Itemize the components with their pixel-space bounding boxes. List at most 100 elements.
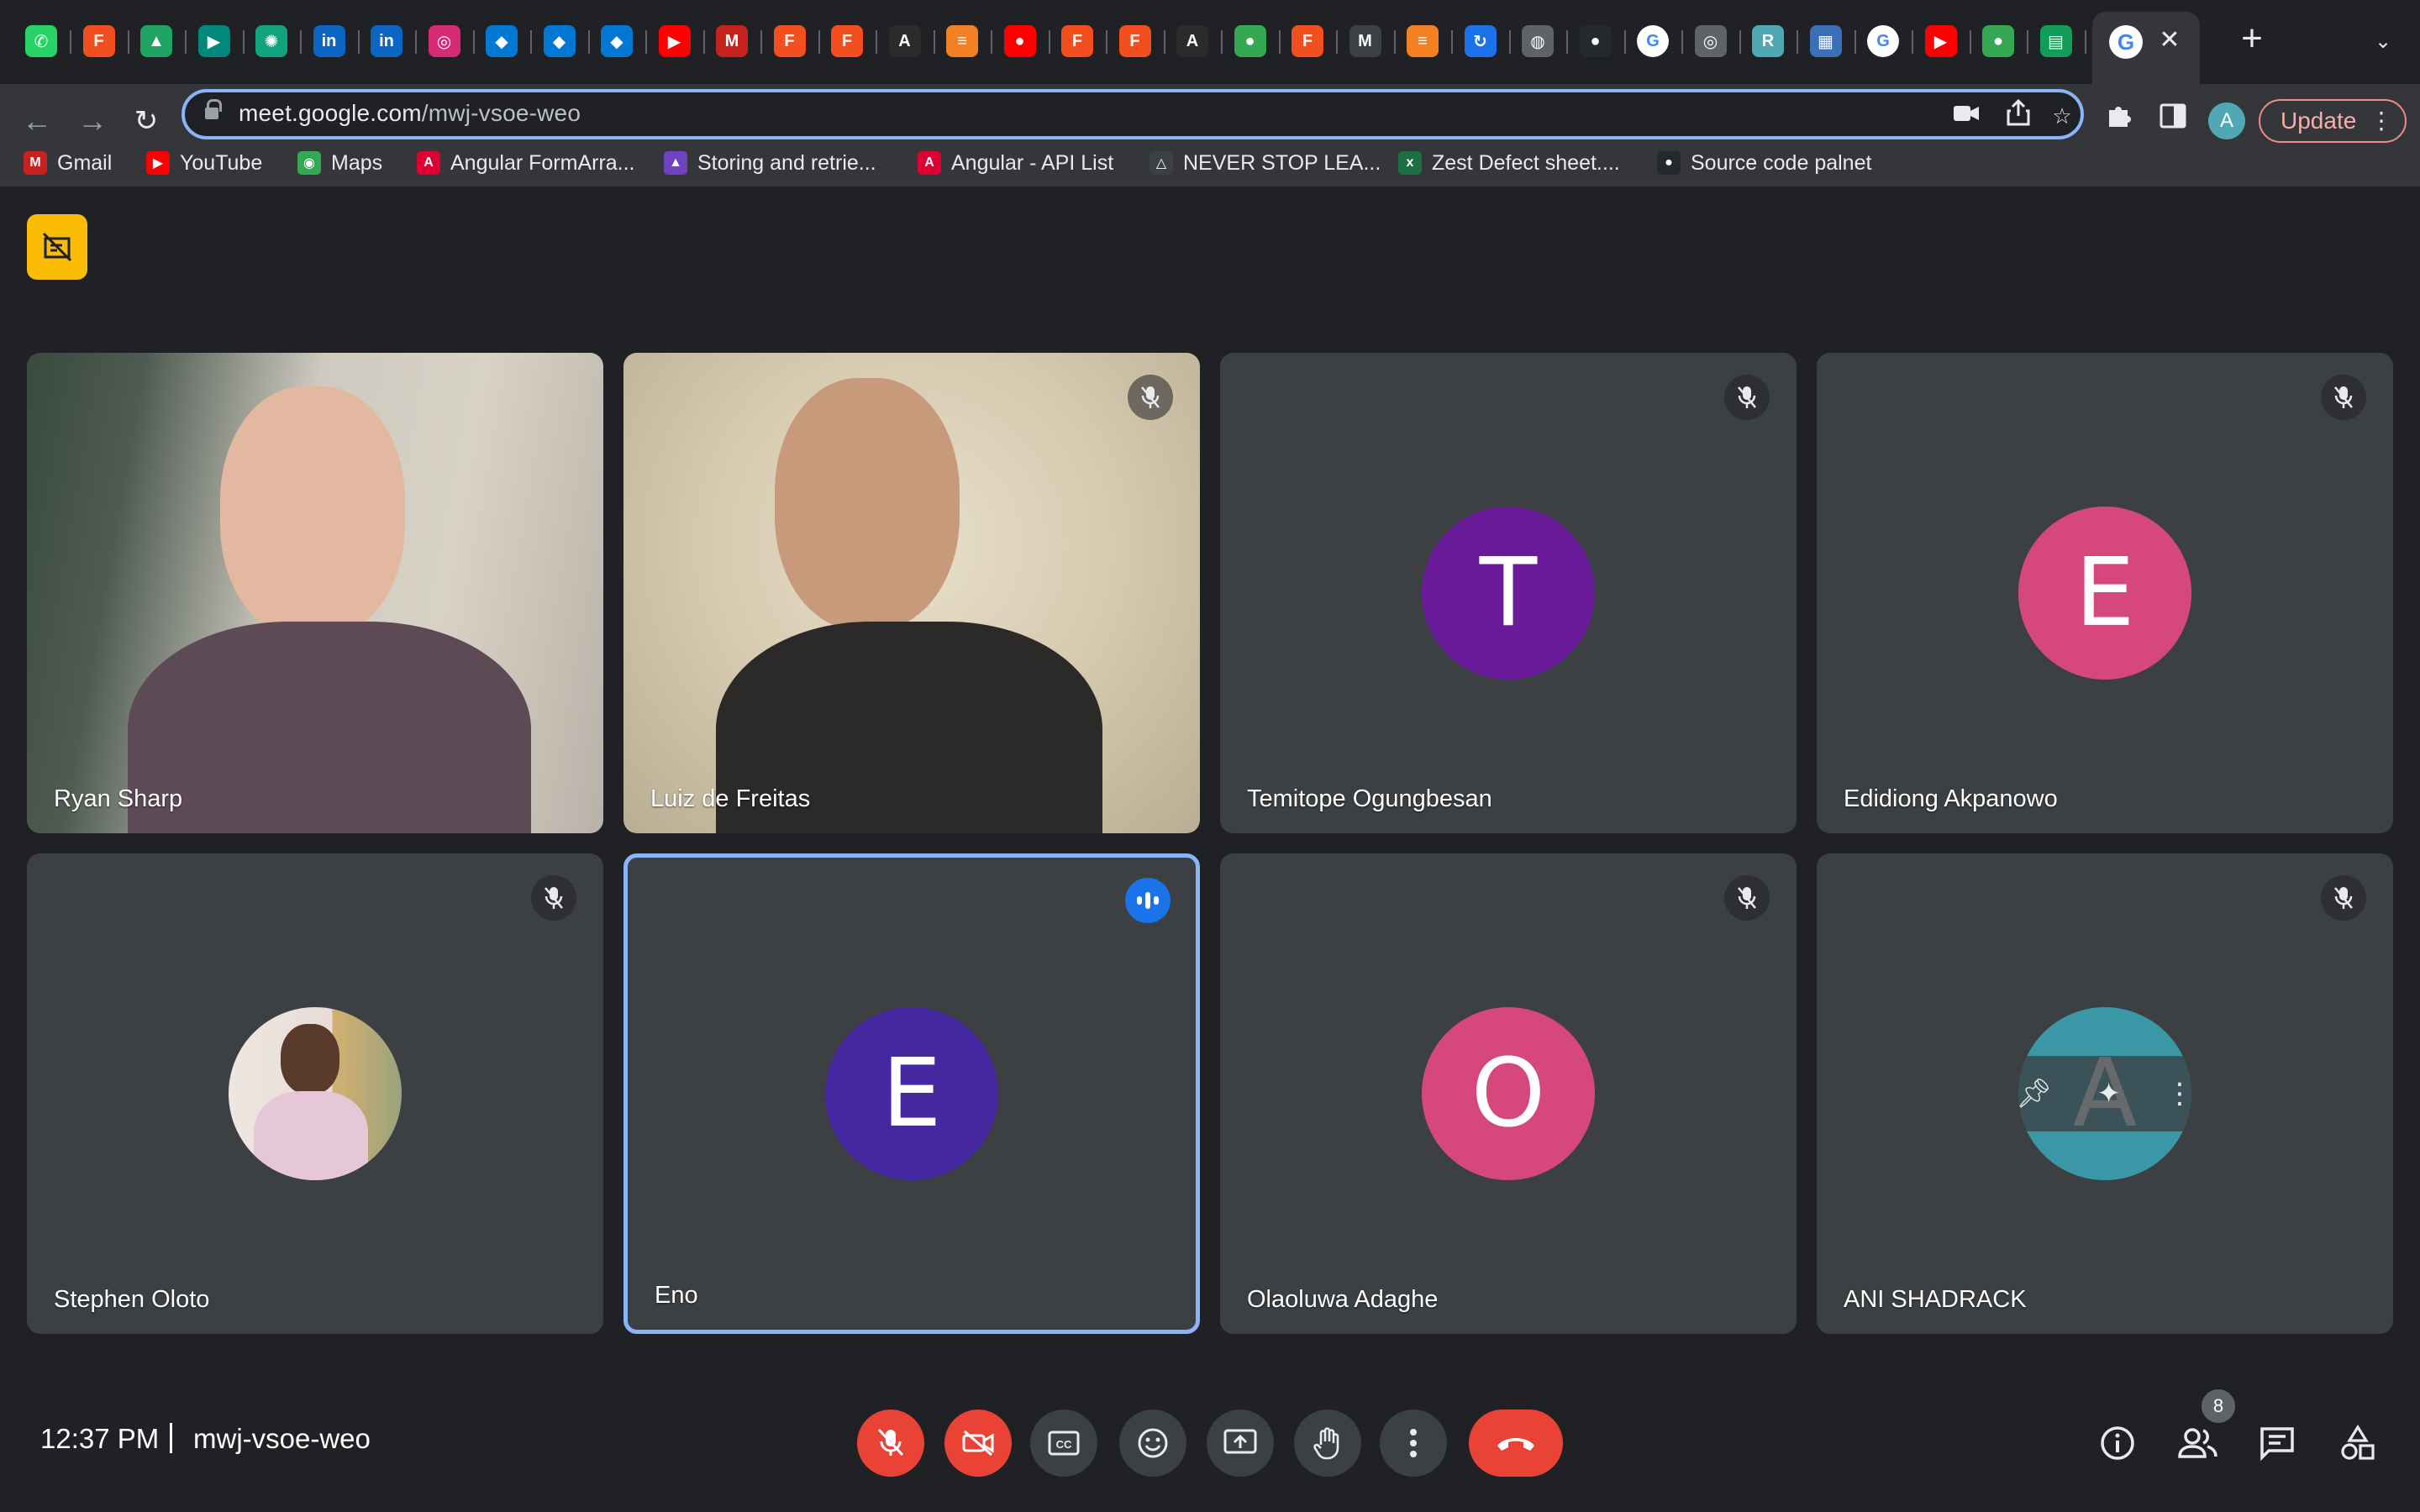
- map-tile-icon[interactable]: ▦: [1809, 25, 1842, 57]
- markdown-icon[interactable]: M: [1349, 25, 1381, 57]
- leave-call-button[interactable]: [1469, 1410, 1563, 1477]
- new-tab-button[interactable]: +: [2233, 20, 2270, 59]
- profile-avatar[interactable]: A: [2208, 102, 2245, 139]
- tab-separator: [415, 30, 417, 54]
- sparkle-effects-icon[interactable]: ✦: [2096, 1077, 2121, 1110]
- tab-search-chevron-icon[interactable]: ⌄: [2366, 25, 2400, 59]
- back-button[interactable]: ←: [15, 99, 59, 143]
- linkedin-icon[interactable]: in: [313, 25, 345, 57]
- participant-tile[interactable]: E Eno: [623, 853, 1200, 1334]
- share-icon[interactable]: [2002, 98, 2035, 133]
- participant-tile[interactable]: A📌︎✦⋮ANI SHADRACK: [1817, 853, 2393, 1334]
- google-icon[interactable]: G: [1867, 25, 1899, 57]
- maps-icon: ◉: [297, 151, 321, 175]
- bookmark-item[interactable]: ▲ Storing and retrie...: [664, 146, 876, 180]
- figma-icon[interactable]: F: [1292, 25, 1323, 57]
- tab-separator: [1278, 30, 1281, 54]
- chrome-icon[interactable]: ◎: [1694, 25, 1727, 57]
- sheets-icon[interactable]: ▤: [2039, 25, 2072, 57]
- github-icon[interactable]: ●: [1579, 25, 1612, 57]
- rocket-icon: ▲: [664, 151, 687, 175]
- participant-tile[interactable]: O Olaoluwa Adaghe: [1220, 853, 1797, 1334]
- more-vert-icon[interactable]: ⋮: [2370, 101, 2393, 141]
- youtube-music-icon[interactable]: ●: [1003, 25, 1036, 57]
- linkedin-icon[interactable]: in: [371, 25, 402, 57]
- more-options-button[interactable]: [1380, 1410, 1447, 1477]
- spring-icon[interactable]: ●: [1982, 25, 2014, 57]
- update-button[interactable]: Update ⋮: [2259, 99, 2407, 143]
- youtube-icon[interactable]: ▶: [1924, 25, 1957, 57]
- pin-icon[interactable]: 📌︎: [2016, 1077, 2052, 1110]
- participant-name: Temitope Ogungbesan: [1247, 785, 1492, 812]
- participant-photo: [229, 1007, 402, 1180]
- chatgpt-icon[interactable]: ✺: [255, 25, 287, 57]
- stackoverflow-icon[interactable]: ≡: [1407, 25, 1439, 57]
- bookmark-item[interactable]: M Gmail: [24, 146, 112, 180]
- bookmark-item[interactable]: △ NEVER STOP LEA...: [1150, 146, 1381, 180]
- active-tab[interactable]: G ✕: [2092, 12, 2200, 84]
- stackoverflow-icon[interactable]: ≡: [946, 25, 978, 57]
- meet-icon[interactable]: ▶: [197, 25, 230, 57]
- instagram-icon[interactable]: ◎: [428, 25, 460, 57]
- angular-icon[interactable]: A: [888, 25, 921, 57]
- angular-icon[interactable]: A: [1176, 25, 1208, 57]
- figma-icon[interactable]: F: [1061, 25, 1093, 57]
- participant-tile[interactable]: Luiz de Freitas: [623, 353, 1200, 833]
- bookmark-item[interactable]: A Angular FormArra...: [417, 146, 635, 180]
- participant-tile[interactable]: Stephen Oloto: [27, 853, 603, 1334]
- tab-separator: [70, 30, 71, 54]
- side-panel-icon[interactable]: [2153, 101, 2193, 141]
- bookmark-star-icon[interactable]: ☆: [2045, 99, 2079, 133]
- youtube-icon[interactable]: ▶: [658, 25, 691, 57]
- extensions-puzzle-icon[interactable]: [2099, 101, 2139, 141]
- toggle-camera-button[interactable]: [944, 1410, 1012, 1477]
- youtube-icon: ▶: [146, 151, 170, 175]
- google-icon[interactable]: G: [1637, 25, 1669, 57]
- globe-icon[interactable]: ◍: [1522, 25, 1554, 57]
- participant-tile[interactable]: E Edidiong Akpanowo: [1817, 353, 2393, 833]
- bookmark-item[interactable]: ◉ Maps: [297, 146, 382, 180]
- figma-icon[interactable]: F: [831, 25, 863, 57]
- gmail-icon[interactable]: M: [716, 25, 748, 57]
- camera-blocked-icon[interactable]: [1949, 99, 1983, 133]
- tab-separator: [1106, 30, 1107, 54]
- azure-devops-icon[interactable]: ◆: [543, 25, 576, 57]
- r-icon[interactable]: R: [1752, 25, 1784, 57]
- figma-icon[interactable]: F: [773, 25, 806, 57]
- toggle-mic-button[interactable]: [857, 1410, 924, 1477]
- bookmark-item[interactable]: x Zest Defect sheet....: [1398, 146, 1620, 180]
- raise-hand-button[interactable]: [1294, 1410, 1361, 1477]
- emoji-reaction-button[interactable]: [1119, 1410, 1186, 1477]
- forward-button[interactable]: →: [71, 99, 114, 143]
- tab-separator: [991, 30, 992, 54]
- mic-off-icon: [877, 1428, 904, 1457]
- present-screen-button[interactable]: [1207, 1410, 1274, 1477]
- refresh-blue-icon[interactable]: ↻: [1464, 25, 1497, 57]
- address-bar[interactable]: meet.google.com/mwj-vsoe-weo ☆: [182, 89, 2084, 139]
- close-tab-icon[interactable]: ✕: [2154, 25, 2185, 55]
- url-text[interactable]: meet.google.com/mwj-vsoe-weo: [239, 100, 581, 127]
- whatsapp-icon[interactable]: ✆: [25, 25, 57, 57]
- azure-devops-icon[interactable]: ◆: [601, 25, 633, 57]
- reload-button[interactable]: ↻: [124, 99, 168, 143]
- bookmark-item[interactable]: ▶ YouTube: [146, 146, 262, 180]
- meeting-info-button[interactable]: [2092, 1418, 2143, 1468]
- presentation-warning-icon[interactable]: [27, 214, 87, 280]
- figma-icon[interactable]: F: [82, 25, 115, 57]
- people-button[interactable]: [2173, 1418, 2223, 1468]
- spring-icon[interactable]: ●: [1234, 25, 1266, 57]
- participant-tile[interactable]: Ryan Sharp: [27, 353, 603, 833]
- captions-button[interactable]: CC: [1030, 1410, 1097, 1477]
- activities-button[interactable]: [2333, 1418, 2383, 1468]
- figma-icon[interactable]: F: [1118, 25, 1151, 57]
- bookmark-item[interactable]: ● Source code palnet: [1657, 146, 1871, 180]
- people-icon: [2178, 1428, 2217, 1458]
- azure-devops-icon[interactable]: ◆: [486, 25, 518, 57]
- more-vert-icon[interactable]: ⋮: [2165, 1077, 2194, 1110]
- bookmark-item[interactable]: A Angular - API List: [918, 146, 1113, 180]
- tab-separator: [876, 30, 877, 54]
- chat-button[interactable]: [2252, 1418, 2302, 1468]
- drive-icon[interactable]: ▲: [140, 25, 172, 57]
- tab-separator: [1393, 30, 1396, 54]
- participant-tile[interactable]: T Temitope Ogungbesan: [1220, 353, 1797, 833]
